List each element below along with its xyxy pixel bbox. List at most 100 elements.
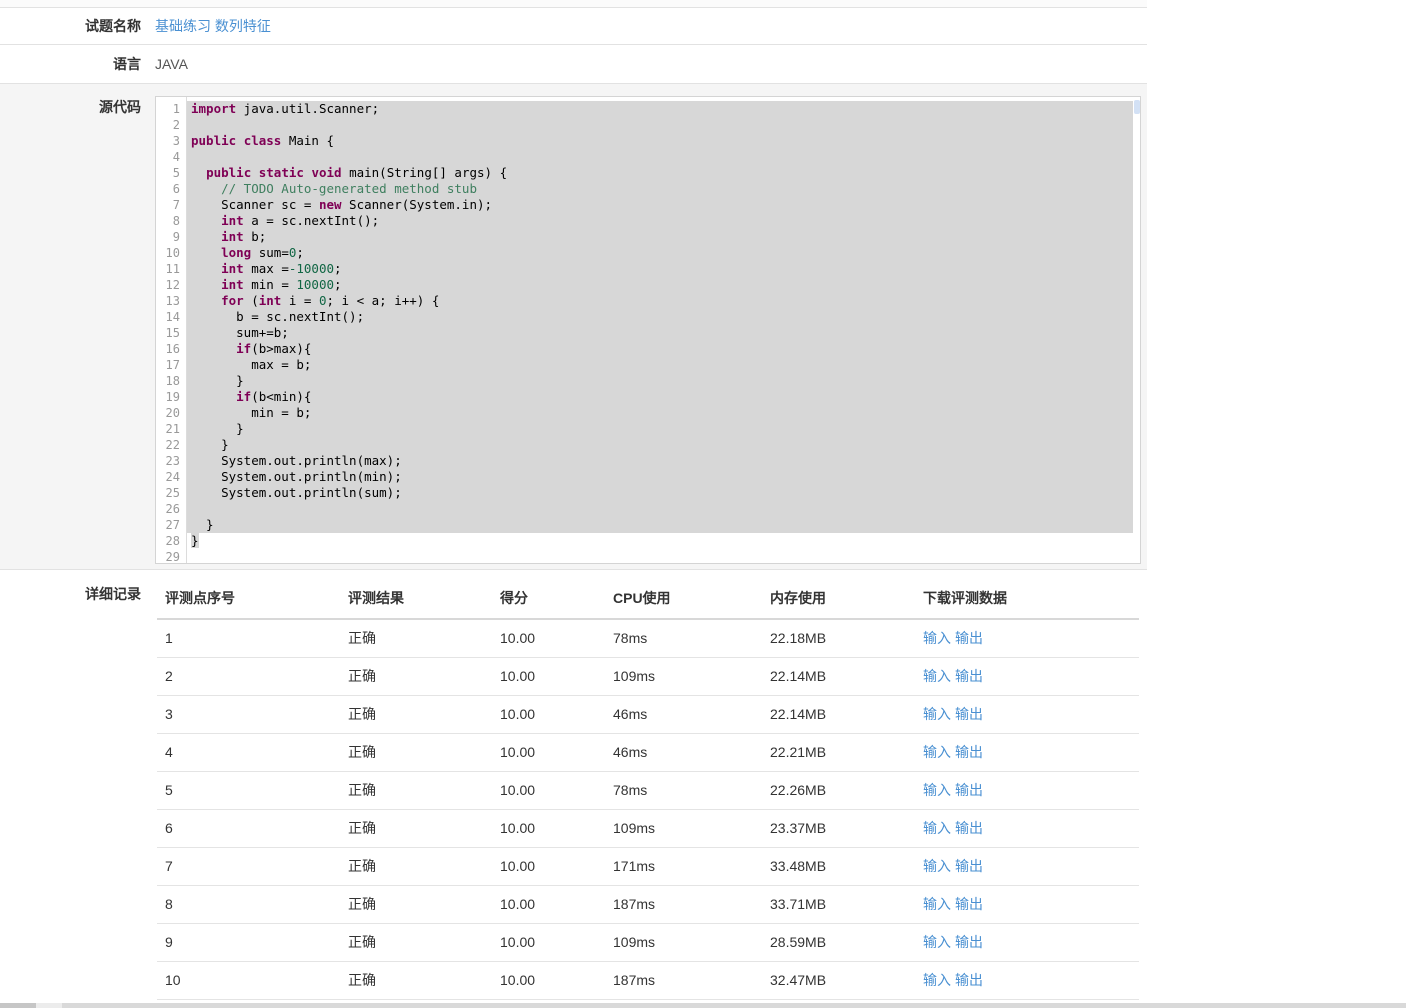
table-row: 9正确10.00109ms28.59MB输入输出 <box>157 923 1139 961</box>
code-line[interactable]: Scanner sc = new Scanner(System.in); <box>187 197 1140 213</box>
code-line[interactable]: System.out.println(max); <box>187 453 1140 469</box>
line-number: 2 <box>156 117 186 133</box>
code-token: (b<min){ <box>251 389 311 404</box>
code-line[interactable]: public static void main(String[] args) { <box>187 165 1140 181</box>
download-output-link[interactable]: 输出 <box>955 706 983 722</box>
code-line[interactable]: long sum=0; <box>187 245 1140 261</box>
download-input-link[interactable]: 输入 <box>923 630 951 646</box>
code-line[interactable] <box>187 549 1140 564</box>
download-input-link[interactable]: 输入 <box>923 972 951 988</box>
code-line[interactable]: if(b>max){ <box>187 341 1140 357</box>
download-output-link[interactable]: 输出 <box>955 858 983 874</box>
table-row: 1正确10.0078ms22.18MB输入输出 <box>157 619 1139 657</box>
language-value: JAVA <box>155 56 188 72</box>
code-line[interactable]: for (int i = 0; i < a; i++) { <box>187 293 1140 309</box>
cell-no: 8 <box>157 885 340 923</box>
editor-code[interactable]: import java.util.Scanner; public class Ma… <box>187 97 1140 563</box>
code-line[interactable]: if(b<min){ <box>187 389 1140 405</box>
download-output-link[interactable]: 输出 <box>955 972 983 988</box>
line-number: 17 <box>156 357 186 373</box>
table-body: 1正确10.0078ms22.18MB输入输出2正确10.00109ms22.1… <box>157 619 1139 999</box>
code-line[interactable]: max = b; <box>187 357 1140 373</box>
code-line[interactable]: } <box>187 373 1140 389</box>
code-token <box>191 341 236 356</box>
table-row: 4正确10.0046ms22.21MB输入输出 <box>157 733 1139 771</box>
cell-result: 正确 <box>340 923 492 961</box>
download-output-link[interactable]: 输出 <box>955 820 983 836</box>
code-token: } <box>191 517 214 532</box>
top-divider <box>0 0 1147 8</box>
code-token: Scanner(System.in); <box>342 197 493 212</box>
code-line[interactable]: } <box>187 517 1140 533</box>
cell-cpu: 109ms <box>605 657 762 695</box>
download-output-link[interactable]: 输出 <box>955 896 983 912</box>
horizontal-scrollbar[interactable] <box>0 1003 1406 1008</box>
cell-memory: 33.48MB <box>762 847 915 885</box>
download-output-link[interactable]: 输出 <box>955 744 983 760</box>
download-input-link[interactable]: 输入 <box>923 934 951 950</box>
line-number: 5 <box>156 165 186 181</box>
code-line[interactable]: int a = sc.nextInt(); <box>187 213 1140 229</box>
cell-result: 正确 <box>340 961 492 999</box>
download-input-link[interactable]: 输入 <box>923 668 951 684</box>
cell-result: 正确 <box>340 619 492 657</box>
download-input-link[interactable]: 输入 <box>923 896 951 912</box>
editor-vertical-scrollbar[interactable] <box>1133 97 1140 563</box>
download-input-link[interactable]: 输入 <box>923 744 951 760</box>
cell-download: 输入输出 <box>915 733 1139 771</box>
line-number: 12 <box>156 277 186 293</box>
code-token: class <box>244 133 282 148</box>
code-line[interactable] <box>187 501 1140 517</box>
download-input-link[interactable]: 输入 <box>923 782 951 798</box>
code-token <box>191 245 221 260</box>
code-token: i = <box>281 293 319 308</box>
table-row: 3正确10.0046ms22.14MB输入输出 <box>157 695 1139 733</box>
code-token: } <box>191 533 199 548</box>
download-output-link[interactable]: 输出 <box>955 934 983 950</box>
download-input-link[interactable]: 输入 <box>923 858 951 874</box>
code-line[interactable]: } <box>187 437 1140 453</box>
code-line[interactable]: int min = 10000; <box>187 277 1140 293</box>
line-number: 25 <box>156 485 186 501</box>
download-input-link[interactable]: 输入 <box>923 820 951 836</box>
cell-memory: 22.18MB <box>762 619 915 657</box>
code-token: System.out.println(min); <box>191 469 402 484</box>
code-line[interactable] <box>187 149 1140 165</box>
code-editor[interactable]: 1234567891011121314151617181920212223242… <box>155 96 1141 564</box>
cell-download: 输入输出 <box>915 657 1139 695</box>
code-token: max = <box>244 261 289 276</box>
code-line[interactable] <box>187 117 1140 133</box>
code-line[interactable]: System.out.println(sum); <box>187 485 1140 501</box>
code-token <box>236 133 244 148</box>
code-line[interactable]: System.out.println(min); <box>187 469 1140 485</box>
download-output-link[interactable]: 输出 <box>955 782 983 798</box>
content-area: 试题名称 基础练习 数列特征 语言 JAVA 源代码 1234567891011… <box>0 0 1147 1000</box>
code-line[interactable]: b = sc.nextInt(); <box>187 309 1140 325</box>
code-line[interactable]: } <box>187 533 1140 549</box>
problem-link[interactable]: 基础练习 数列特征 <box>155 18 271 34</box>
editor-scrollbar-thumb[interactable] <box>1134 100 1140 114</box>
download-input-link[interactable]: 输入 <box>923 706 951 722</box>
line-number: 19 <box>156 389 186 405</box>
cell-score: 10.00 <box>492 733 605 771</box>
code-line[interactable]: import java.util.Scanner; <box>187 101 1140 117</box>
code-token: System.out.println(max); <box>191 453 402 468</box>
cell-no: 5 <box>157 771 340 809</box>
code-line[interactable]: int max =-10000; <box>187 261 1140 277</box>
code-token: ; <box>334 277 342 292</box>
cell-no: 6 <box>157 809 340 847</box>
results-table: 评测点序号评测结果得分CPU使用内存使用下载评测数据 1正确10.0078ms2… <box>157 578 1139 1000</box>
code-line[interactable]: sum+=b; <box>187 325 1140 341</box>
code-line[interactable]: int b; <box>187 229 1140 245</box>
horizontal-scrollbar-thumb[interactable] <box>0 1003 36 1008</box>
code-line[interactable]: public class Main { <box>187 133 1140 149</box>
cell-memory: 28.59MB <box>762 923 915 961</box>
download-output-link[interactable]: 输出 <box>955 668 983 684</box>
cell-cpu: 187ms <box>605 961 762 999</box>
download-output-link[interactable]: 输出 <box>955 630 983 646</box>
code-line[interactable]: min = b; <box>187 405 1140 421</box>
cell-download: 输入输出 <box>915 771 1139 809</box>
code-line[interactable]: } <box>187 421 1140 437</box>
code-line[interactable]: // TODO Auto-generated method stub <box>187 181 1140 197</box>
code-token: ; i < a; i++) { <box>327 293 440 308</box>
